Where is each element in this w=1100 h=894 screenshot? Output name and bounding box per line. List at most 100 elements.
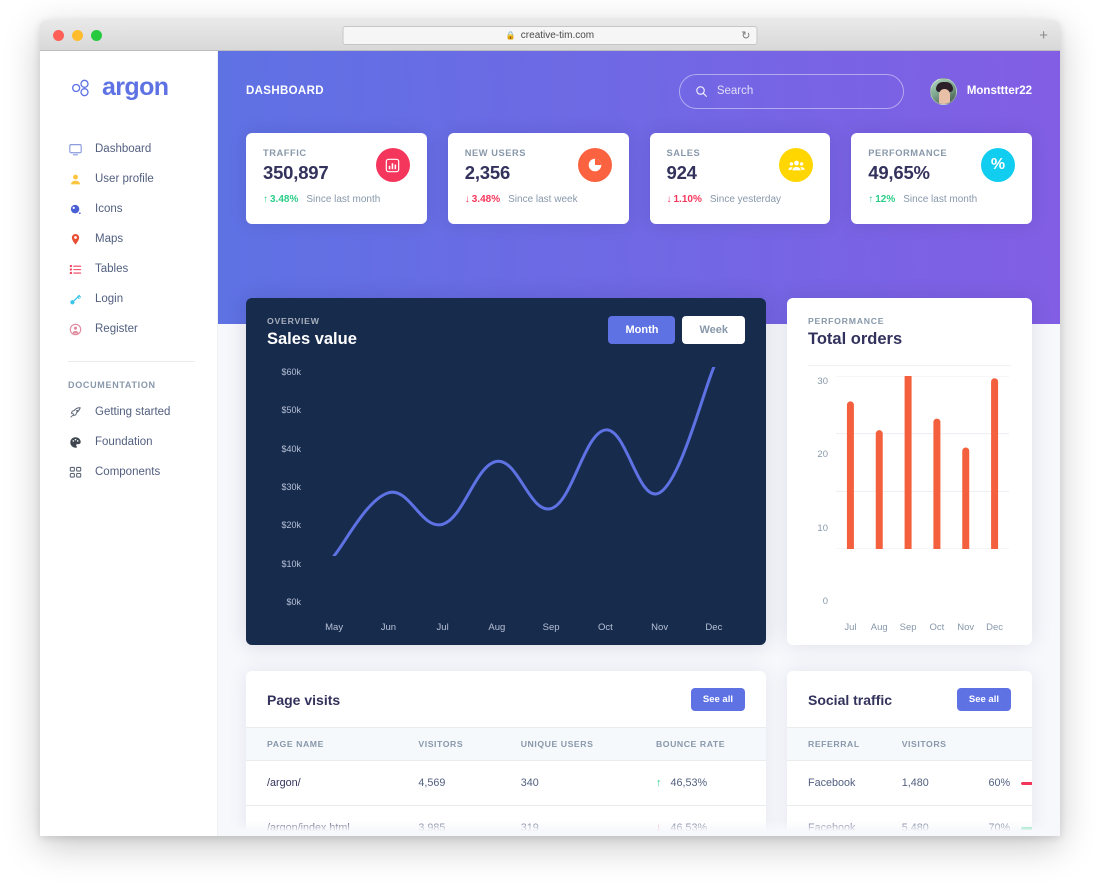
chart-eyebrow: PERFORMANCE [808,316,885,326]
sidebar-item-dashboard[interactable]: Dashboard [40,134,217,164]
hero-header: DASHBOARD Monsttter22 [218,51,1060,324]
topbar: DASHBOARD Monsttter22 [246,69,1032,113]
maximize-window-button[interactable] [91,29,102,41]
y-tick: $30k [281,481,301,492]
search-input[interactable] [716,85,888,97]
sidebar-item-label: Register [95,323,138,335]
see-all-button[interactable]: See all [956,688,1011,711]
stat-cards: TRAFFIC 350,897 ↑ 3.48% Since last month… [246,133,1032,224]
page-visits-panel: Page visits See all PAGE NAME VISITORS U… [246,671,766,836]
bar-chart-x-axis: Jul Aug Sep Oct Nov Dec [836,622,1009,633]
palette-icon [68,435,82,449]
y-tick: 20 [817,449,828,461]
table-row[interactable]: /argon/ 4,569 340 ↑ 46,53% [246,760,766,806]
line-chart-x-axis: May Jun Jul Aug Sep Oct Nov Dec [307,622,741,633]
tables-row: Page visits See all PAGE NAME VISITORS U… [218,671,1060,836]
stat-card-performance: PERFORMANCE 49,65% % ↑ 12% Since last mo… [851,133,1032,224]
progress-bar [1021,826,1032,830]
sidebar-item-login[interactable]: Login [40,284,217,314]
cell-visitors: 1,480 [880,760,968,806]
y-tick: 10 [817,522,828,534]
users-icon [779,148,814,182]
search-icon [695,85,708,98]
pin-icon [68,232,82,246]
table-row[interactable]: Facebook 1,480 60% [787,760,1032,806]
new-tab-button[interactable]: + [1039,28,1048,43]
table-row[interactable]: Facebook 5,480 70% [787,805,1032,836]
arrow-down-icon: ↓ [666,194,672,205]
bar-chart-svg [836,376,1009,549]
progress-percent: 70% [988,822,1011,834]
sidebar-item-icons[interactable]: Icons [40,194,217,224]
app-shell: argon Dashboard User profile Icons Maps … [40,51,1060,836]
table-row[interactable]: /argon/index.html 3,985 319 ↓ 46,53% [246,805,766,836]
x-tick: Nov [651,622,669,633]
search-box[interactable] [678,73,904,109]
stat-since: Since yesterday [709,194,782,205]
stat-value: 2,356 [464,162,511,183]
close-window-button[interactable] [53,29,64,41]
bounce-value: 46,53% [670,777,708,789]
reload-icon[interactable]: ↻ [741,29,750,42]
cell-visitors: 3,985 [397,805,500,836]
sidebar-item-register[interactable]: Register [40,314,217,344]
sidebar: argon Dashboard User profile Icons Maps … [40,51,218,836]
page-visits-table: PAGE NAME VISITORS UNIQUE USERS BOUNCE R… [246,728,766,836]
cell-page: /argon/ [246,760,398,806]
arrow-up-icon: ↑ [263,194,268,205]
arrow-up-icon: ↑ [868,194,874,205]
x-tick: Nov [957,622,975,633]
table-header-row: REFERRAL VISITORS [787,728,1032,761]
address-bar[interactable]: 🔒 creative-tim.com ↻ [342,25,758,45]
x-tick: Jul [436,622,449,633]
minimize-window-button[interactable] [72,29,83,41]
sidebar-item-user-profile[interactable]: User profile [40,164,217,194]
bounce-value: 46,53% [670,822,708,834]
circle-user-icon [68,322,82,336]
column-header: BOUNCE RATE [634,728,766,761]
y-tick: 30 [817,376,828,387]
argon-logo-icon [72,79,89,96]
column-header: REFERRAL [787,728,881,761]
rocket-icon [68,405,82,419]
stat-delta: ↑ 12% [868,194,895,205]
stat-since: Since last month [903,194,978,205]
sidebar-item-getting-started[interactable]: Getting started [40,397,217,427]
stat-delta-value: 3.48% [471,194,501,205]
sidebar-item-label: Maps [95,233,124,245]
x-tick: Dec [705,622,723,633]
chart-eyebrow: OVERVIEW [267,316,320,326]
window-traffic-lights[interactable] [53,29,102,41]
main-content: DASHBOARD Monsttter22 [218,51,1060,836]
column-header: PAGE NAME [246,728,398,761]
panel-title: Page visits [267,691,341,708]
charts-row: OVERVIEW Sales value Month Week $60k $50… [218,298,1060,645]
column-header: VISITORS [880,728,968,761]
see-all-button[interactable]: See all [690,688,745,711]
timeframe-month-button[interactable]: Month [608,316,676,344]
column-header: VISITORS [397,728,500,761]
user-menu[interactable]: Monsttter22 [929,77,1032,105]
stat-value: 924 [666,162,697,183]
url-text: creative-tim.com [520,29,595,41]
x-tick: Aug [870,622,888,633]
sidebar-section-documentation: DOCUMENTATION [68,380,156,390]
stat-value: 350,897 [263,162,329,183]
stat-label: PERFORMANCE [868,148,948,158]
sidebar-item-components[interactable]: Components [40,457,217,487]
arrow-down-icon: ↓ [464,194,470,205]
panel-title: Social traffic [808,691,893,708]
cell-progress: 70% [967,805,1032,836]
sidebar-item-tables[interactable]: Tables [40,254,217,284]
stat-card-traffic: TRAFFIC 350,897 ↑ 3.48% Since last month [246,133,427,224]
x-tick: Jul [844,622,857,633]
sidebar-item-foundation[interactable]: Foundation [40,427,217,457]
arrow-up-icon: ↑ [655,777,662,789]
y-tick: $50k [281,405,301,416]
sidebar-item-maps[interactable]: Maps [40,224,217,254]
progress-bar [1021,781,1032,785]
stat-since: Since last week [508,194,578,205]
cell-unique: 319 [499,805,635,836]
timeframe-week-button[interactable]: Week [682,316,745,344]
brand-logo-block[interactable]: argon [40,73,217,134]
